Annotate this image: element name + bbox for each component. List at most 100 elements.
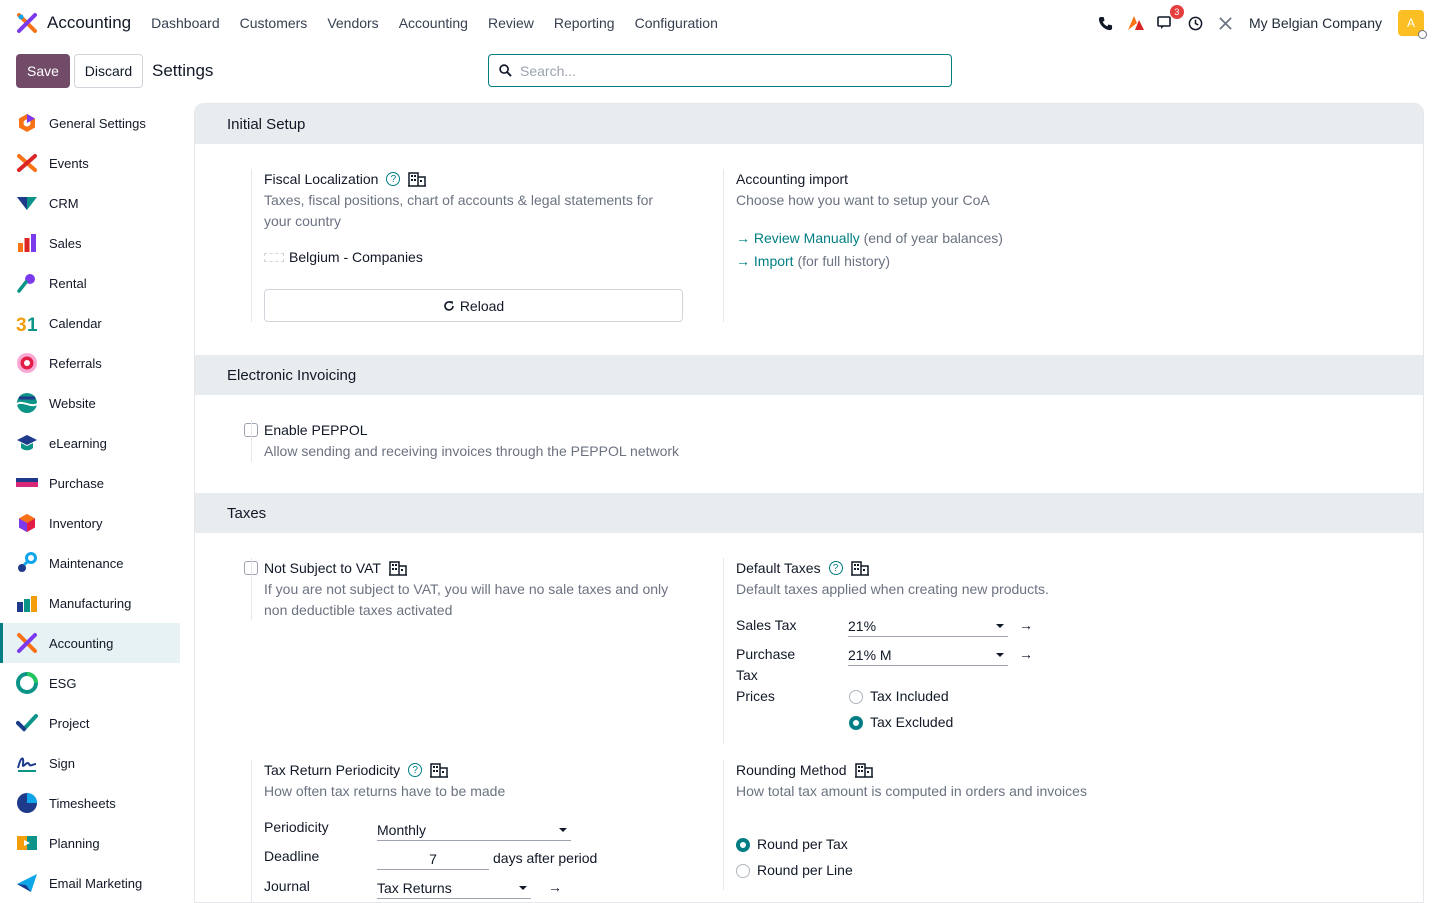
journal-open-icon[interactable]: → xyxy=(548,879,562,895)
deadline-input[interactable]: 7 xyxy=(377,848,489,870)
sales-tax-open-icon[interactable]: → xyxy=(1019,617,1033,633)
fiscal-value: Belgium - Companies xyxy=(289,249,423,265)
periodicity-select[interactable]: Monthly xyxy=(377,819,571,841)
control-panel: Save Discard Settings xyxy=(0,50,1440,92)
sidebar-item-referrals[interactable]: Referrals xyxy=(0,343,180,383)
tax-included-label[interactable]: Tax Included xyxy=(870,688,949,704)
sidebar-item-purchase[interactable]: Purchase xyxy=(0,463,180,503)
reload-button[interactable]: Reload xyxy=(264,289,683,322)
rounding-desc: How total tax amount is computed in orde… xyxy=(736,783,1087,799)
menu-dashboard[interactable]: Dashboard xyxy=(141,15,230,31)
setting-divider xyxy=(251,169,252,322)
sidebar-item-calendar[interactable]: 31 Calendar xyxy=(0,303,180,343)
sidebar-item-esg[interactable]: ESG xyxy=(0,663,180,703)
company-switcher[interactable]: My Belgian Company xyxy=(1249,15,1382,31)
chevron-down-icon xyxy=(519,886,527,890)
round-per-line-radio[interactable] xyxy=(736,864,750,878)
activity-icon[interactable] xyxy=(1127,14,1145,32)
setting-title: Not Subject to VAT xyxy=(264,558,694,578)
chat-icon[interactable]: 3 xyxy=(1157,5,1184,32)
sidebar-item-email-marketing[interactable]: Email Marketing xyxy=(0,863,180,903)
setting-divider xyxy=(723,169,724,322)
tax-excluded-radio[interactable] xyxy=(849,716,863,730)
setting-divider xyxy=(251,558,252,620)
menu-accounting[interactable]: Accounting xyxy=(389,15,478,31)
sidebar-item-maintenance[interactable]: Maintenance xyxy=(0,543,180,583)
maintenance-icon xyxy=(18,552,37,572)
tools-icon[interactable] xyxy=(1217,14,1235,32)
round-per-tax-radio[interactable] xyxy=(736,838,750,852)
sales-tax-select[interactable]: 21% xyxy=(848,615,1008,637)
setting-divider xyxy=(723,760,724,890)
sidebar-item-project[interactable]: Project xyxy=(0,703,180,743)
building-icon xyxy=(430,763,449,778)
tax-excluded-label[interactable]: Tax Excluded xyxy=(870,714,953,730)
setting-peppol: Enable PEPPOL Allow sending and receivin… xyxy=(251,420,864,462)
setting-title: Rounding Method xyxy=(736,760,1236,780)
help-icon[interactable]: ? xyxy=(386,172,401,186)
menu-review[interactable]: Review xyxy=(478,15,544,31)
sidebar-item-label: Timesheets xyxy=(49,795,116,811)
purchase-tax-select[interactable]: 21% M xyxy=(848,644,1008,666)
phone-icon[interactable] xyxy=(1097,14,1115,32)
fiscal-localization-value[interactable]: Belgium - Companies xyxy=(264,249,423,265)
sidebar-item-inventory[interactable]: Inventory xyxy=(0,503,180,543)
user-avatar[interactable]: A xyxy=(1398,10,1427,39)
journal-select[interactable]: Tax Returns xyxy=(377,877,531,899)
help-icon[interactable]: ? xyxy=(828,561,843,575)
rental-icon xyxy=(17,274,35,293)
app-brand[interactable]: Accounting xyxy=(16,12,131,34)
sidebar-item-label: Project xyxy=(49,715,90,731)
purchase-tax-label-2: Tax xyxy=(736,667,758,683)
sidebar-item-rental[interactable]: Rental xyxy=(0,263,180,303)
sidebar-item-general-settings[interactable]: General Settings xyxy=(0,103,180,143)
sidebar-item-website[interactable]: Website xyxy=(0,383,180,423)
general-settings-icon xyxy=(19,114,35,132)
review-manually-label: Review Manually xyxy=(753,230,860,246)
systray: 3 My Belgian Company A xyxy=(1097,0,1427,46)
settings-sidebar: General Settings Events CRM Sales Rental… xyxy=(0,103,180,903)
menu-configuration[interactable]: Configuration xyxy=(625,15,728,31)
deadline-label: Deadline xyxy=(264,848,320,864)
sidebar-item-crm[interactable]: CRM xyxy=(0,183,180,223)
tax-included-radio[interactable] xyxy=(849,690,863,704)
sidebar-item-events[interactable]: Events xyxy=(0,143,180,183)
sidebar-item-sales[interactable]: Sales xyxy=(0,223,180,263)
sidebar-item-manufacturing[interactable]: Manufacturing xyxy=(0,583,180,623)
search-box[interactable] xyxy=(488,54,952,87)
reload-icon xyxy=(444,300,454,311)
help-icon[interactable]: ? xyxy=(408,763,423,777)
sidebar-item-planning[interactable]: Planning xyxy=(0,823,180,863)
sidebar-item-label: Maintenance xyxy=(49,555,124,571)
sidebar-item-label: eLearning xyxy=(49,435,107,451)
messages-badge: 3 xyxy=(1169,5,1184,19)
sidebar-item-sign[interactable]: Sign xyxy=(0,743,180,783)
setting-title: Default Taxes ? xyxy=(736,558,1236,578)
website-icon xyxy=(17,393,37,413)
reload-label: Reload xyxy=(459,297,505,314)
purchase-tax-open-icon[interactable]: → xyxy=(1019,646,1033,662)
svg-text:3: 3 xyxy=(16,315,27,334)
save-button[interactable]: Save xyxy=(16,54,70,88)
settings-content: Initial Setup Fiscal Localization ? Taxe… xyxy=(194,103,1424,903)
section-taxes: Taxes xyxy=(195,493,1423,533)
chevron-down-icon xyxy=(996,624,1004,628)
search-input[interactable] xyxy=(520,62,920,79)
chevron-down-icon xyxy=(996,653,1004,657)
journal-value: Tax Returns xyxy=(377,879,452,896)
round-per-line-label[interactable]: Round per Line xyxy=(757,862,853,878)
review-manually-row: → Review Manually (end of year balances) xyxy=(736,227,1236,250)
import-link[interactable]: → Import xyxy=(736,253,794,269)
menu-customers[interactable]: Customers xyxy=(230,15,318,31)
sidebar-item-label: Accounting xyxy=(49,635,114,651)
discard-button[interactable]: Discard xyxy=(74,54,143,88)
sidebar-item-accounting[interactable]: Accounting xyxy=(0,623,180,663)
menu-reporting[interactable]: Reporting xyxy=(544,15,625,31)
sidebar-item-timesheets[interactable]: Timesheets xyxy=(0,783,180,823)
clock-icon[interactable] xyxy=(1187,14,1205,32)
menu-vendors[interactable]: Vendors xyxy=(317,15,388,31)
top-navbar: Accounting Dashboard Customers Vendors A… xyxy=(0,0,1440,46)
sidebar-item-elearning[interactable]: eLearning xyxy=(0,423,180,463)
review-manually-link[interactable]: → Review Manually xyxy=(736,230,860,246)
round-per-tax-label[interactable]: Round per Tax xyxy=(757,836,848,852)
